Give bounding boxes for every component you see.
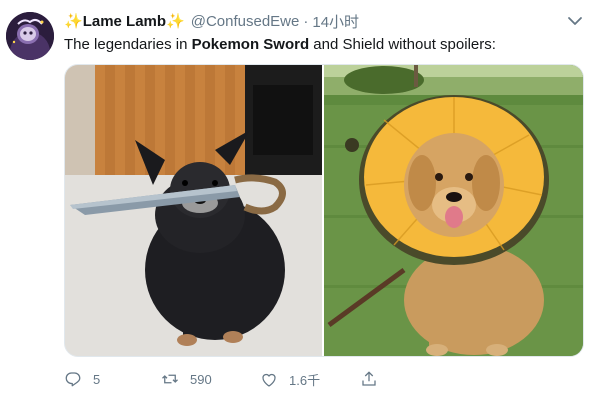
retweet-count: 590 [190, 371, 212, 387]
display-name[interactable]: ✨Lame Lamb✨ [64, 12, 185, 30]
sparkles-icon: ✨ [166, 13, 185, 30]
photo-dog-with-cone[interactable] [324, 65, 583, 356]
heart-icon [262, 373, 276, 387]
tweet-text: The legendaries in Pokemon Sword and Shi… [64, 35, 580, 55]
reply-button[interactable]: 5 [64, 370, 100, 388]
tweet-actions: 5 590 1.6千 [64, 368, 464, 394]
media-grid [64, 64, 584, 357]
share-icon [362, 371, 376, 386]
reply-count: 5 [93, 371, 101, 387]
retweet-button[interactable]: 590 [161, 370, 212, 388]
chevron-down-icon[interactable] [566, 12, 584, 30]
avatar[interactable] [6, 12, 54, 60]
photo-dog-with-sword[interactable] [65, 65, 322, 356]
sparkles-icon: ✨ [64, 13, 83, 30]
reply-icon [65, 372, 81, 387]
tweet-text-part: and Shield without spoilers: [309, 36, 496, 53]
user-handle[interactable]: @ConfusedEwe [191, 13, 300, 30]
tweet-text-part: The legendaries in [64, 36, 192, 53]
like-count: 1.6千 [289, 373, 321, 388]
separator-dot: · [303, 12, 309, 30]
tweet-text-bold: Pokemon Sword [191, 36, 310, 53]
retweet-icon [162, 374, 178, 384]
share-button[interactable] [360, 370, 378, 388]
tweet-header: ✨Lame Lamb✨ @ConfusedEwe · 14小时 [64, 10, 580, 32]
timestamp[interactable]: 14小时 [312, 11, 359, 32]
display-name-text: Lame Lamb [82, 13, 167, 30]
like-button[interactable]: 1.6千 [260, 370, 320, 389]
